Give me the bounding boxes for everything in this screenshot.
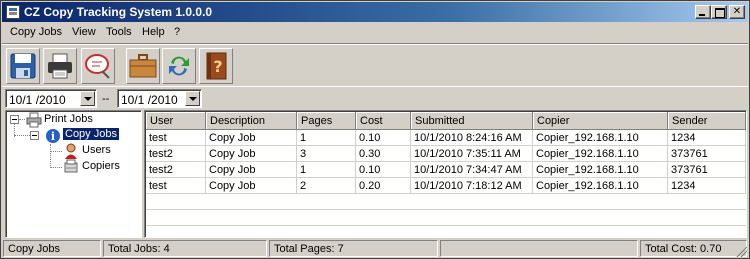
empty-row (146, 210, 746, 226)
cell-sender: 373761 (668, 162, 746, 178)
menu-question[interactable]: ? (174, 26, 180, 38)
cell-copier: Copier_192.168.1.10 (533, 162, 668, 178)
app-window: CZ Copy Tracking System 1.0.0.0 Copy Job… (0, 0, 750, 259)
cell-cost: 0.10 (356, 130, 411, 146)
cell-copier: Copier_192.168.1.10 (533, 130, 668, 146)
tree-item-users[interactable]: Users (82, 144, 111, 156)
status-empty-panel (440, 240, 638, 257)
toolbox-button[interactable] (126, 48, 160, 84)
collapse-icon[interactable] (10, 115, 19, 124)
cell-description: Copy Job (206, 146, 297, 162)
cell-sender: 373761 (668, 146, 746, 162)
cell-description: Copy Job (206, 162, 297, 178)
menu-bar: Copy Jobs View Tools Help ? (2, 23, 748, 42)
cell-cost: 0.30 (356, 146, 411, 162)
menu-tools[interactable]: Tools (106, 26, 132, 38)
search-icon (85, 54, 110, 79)
cell-cost: 0.20 (356, 178, 411, 194)
user-icon (65, 143, 77, 159)
svg-text:i: i (51, 130, 55, 143)
menu-copy-jobs[interactable]: Copy Jobs (10, 26, 62, 38)
copy-jobs-table: User Description Pages Cost Submitted Co… (144, 110, 747, 238)
status-current-view: Copy Jobs (3, 240, 101, 257)
status-total-cost: Total Cost: 0.70 (640, 240, 747, 257)
cell-copier: Copier_192.168.1.10 (533, 146, 668, 162)
cell-description: Copy Job (206, 130, 297, 146)
column-header-user[interactable]: User (146, 112, 206, 130)
cell-user: test2 (146, 162, 206, 178)
cell-user: test (146, 130, 206, 146)
column-header-sender[interactable]: Sender (668, 112, 746, 130)
column-header-copier[interactable]: Copier (533, 112, 668, 130)
menu-help[interactable]: Help (142, 26, 165, 38)
status-total-pages: Total Pages: 7 (269, 240, 438, 257)
column-header-cost[interactable]: Cost (356, 112, 411, 130)
title-bar[interactable]: CZ Copy Tracking System 1.0.0.0 (2, 2, 748, 22)
printer-icon (26, 112, 42, 128)
tree-item-copy-jobs[interactable]: Copy Jobs (62, 127, 120, 141)
to-date-value: 10/1 /2010 (121, 93, 178, 107)
copier-icon (64, 159, 78, 173)
toolbar: ? (2, 43, 748, 87)
table-row[interactable]: test Copy Job 2 0.20 10/1/2010 7:18:12 A… (146, 178, 746, 194)
cell-submitted: 10/1/2010 7:18:12 AM (411, 178, 533, 194)
cell-sender: 1234 (668, 130, 746, 146)
cell-description: Copy Job (206, 178, 297, 194)
save-icon (10, 53, 36, 79)
minimize-button[interactable] (695, 5, 711, 19)
cell-sender: 1234 (668, 178, 746, 194)
cell-pages: 1 (297, 162, 356, 178)
menu-view[interactable]: View (72, 26, 96, 38)
cell-pages: 3 (297, 146, 356, 162)
cell-pages: 1 (297, 130, 356, 146)
empty-row (146, 194, 746, 210)
tree-item-copiers[interactable]: Copiers (82, 160, 120, 172)
help-book-icon: ? (206, 52, 227, 80)
maximize-button[interactable] (711, 5, 727, 19)
help-button[interactable]: ? (199, 48, 233, 84)
column-header-pages[interactable]: Pages (297, 112, 356, 130)
resize-grip[interactable] (735, 245, 747, 257)
date-filter: 10/1 /2010 -- 10/1 /2010 (2, 88, 748, 110)
print-button[interactable] (43, 48, 77, 84)
tree-item-print-jobs[interactable]: Print Jobs (44, 113, 93, 125)
cell-user: test (146, 178, 206, 194)
status-bar: Copy Jobs Total Jobs: 4 Total Pages: 7 T… (2, 239, 748, 258)
toolbox-icon (129, 54, 157, 78)
table-row[interactable]: test2 Copy Job 3 0.30 10/1/2010 7:35:11 … (146, 146, 746, 162)
refresh-button[interactable] (162, 48, 196, 84)
printer-icon (48, 53, 72, 79)
chevron-down-icon[interactable] (185, 91, 200, 106)
close-button[interactable] (729, 5, 745, 19)
cell-submitted: 10/1/2010 7:34:47 AM (411, 162, 533, 178)
from-date-value: 10/1 /2010 (9, 93, 66, 107)
date-separator: -- (102, 93, 110, 105)
column-header-description[interactable]: Description (206, 112, 297, 130)
app-icon (6, 5, 20, 19)
cell-copier: Copier_192.168.1.10 (533, 178, 668, 194)
chevron-down-icon[interactable] (80, 91, 95, 106)
cell-user: test2 (146, 146, 206, 162)
status-total-jobs: Total Jobs: 4 (103, 240, 267, 257)
collapse-icon[interactable] (30, 131, 39, 140)
info-icon: i (46, 129, 60, 143)
cell-pages: 2 (297, 178, 356, 194)
svg-text:?: ? (213, 57, 222, 76)
save-button[interactable] (6, 48, 40, 84)
navigation-tree: Print Jobs i Copy Jobs Users Copiers (5, 110, 142, 238)
window-title: CZ Copy Tracking System 1.0.0.0 (24, 5, 213, 19)
table-row[interactable]: test Copy Job 1 0.10 10/1/2010 8:24:16 A… (146, 130, 746, 146)
cell-submitted: 10/1/2010 8:24:16 AM (411, 130, 533, 146)
to-date-picker[interactable]: 10/1 /2010 (117, 89, 202, 108)
from-date-picker[interactable]: 10/1 /2010 (5, 89, 97, 108)
column-header-submitted[interactable]: Submitted (411, 112, 533, 130)
table-row[interactable]: test2 Copy Job 1 0.10 10/1/2010 7:34:47 … (146, 162, 746, 178)
cell-cost: 0.10 (356, 162, 411, 178)
refresh-icon (169, 56, 189, 76)
cell-submitted: 10/1/2010 7:35:11 AM (411, 146, 533, 162)
search-button[interactable] (81, 48, 115, 84)
